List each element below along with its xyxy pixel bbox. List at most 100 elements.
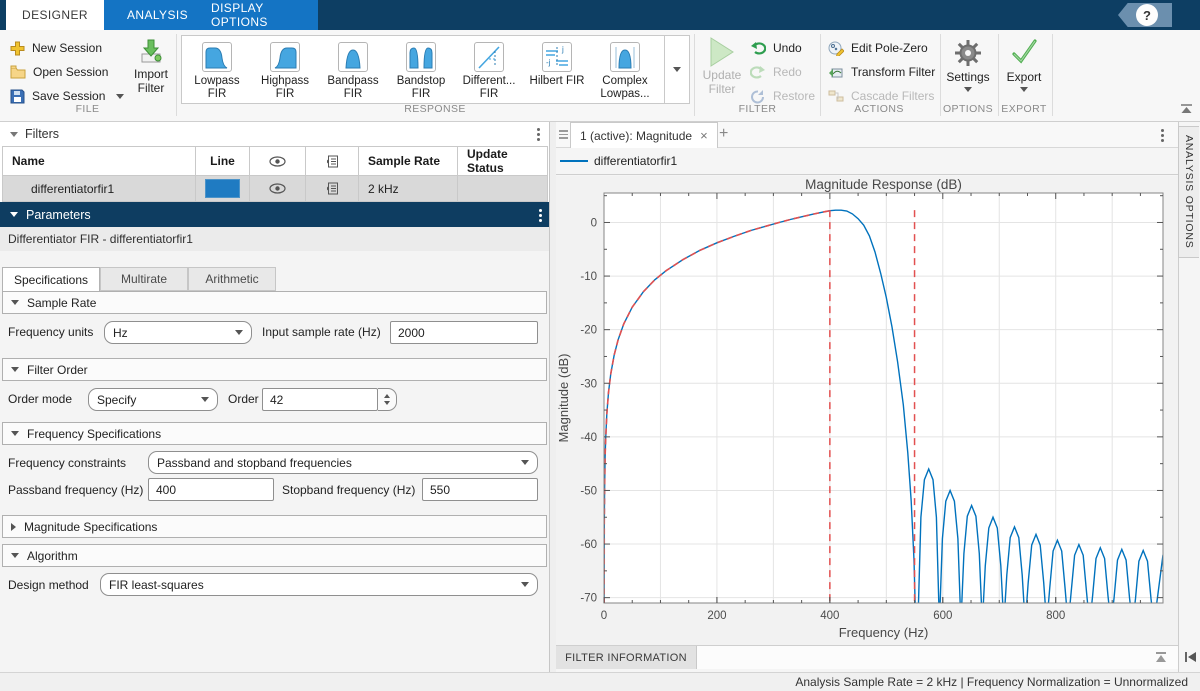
svg-text:-70: -70 (580, 593, 597, 605)
tab-analysis[interactable]: ANALYSIS (104, 0, 211, 30)
svg-text:800: 800 (1046, 610, 1065, 622)
passband-frequency-field[interactable]: 400 (148, 478, 274, 501)
svg-text:Magnitude Response (dB): Magnitude Response (dB) (805, 177, 962, 192)
update-status-value (458, 176, 548, 201)
filter-name[interactable]: differentiatorfir1 (2, 176, 196, 201)
tab-arithmetic[interactable]: Arithmetic (188, 267, 276, 291)
undo-button[interactable]: Undo (750, 36, 802, 60)
filters-table: Name Line Sample Rate Update Status diff… (2, 146, 548, 202)
order-spinner[interactable] (378, 388, 397, 411)
undo-icon (750, 41, 766, 56)
section-divider (1052, 34, 1053, 116)
settings-button[interactable]: Settings (942, 38, 994, 92)
design-method-select[interactable]: FIR least-squares (100, 573, 538, 596)
section-divider (694, 34, 695, 116)
filter-table-row[interactable]: differentiatorfir1 2 kHz (2, 175, 548, 202)
expand-panel-left-icon[interactable] (1183, 650, 1197, 664)
gear-icon (953, 38, 983, 68)
tab-multirate[interactable]: Multirate (100, 267, 188, 291)
filter-order-section-header[interactable]: Filter Order (2, 358, 547, 381)
visibility-toggle[interactable] (250, 176, 306, 201)
line-color-cell[interactable] (196, 176, 250, 201)
filters-panel-header[interactable]: Filters (0, 122, 549, 146)
spinner-down-icon[interactable] (384, 401, 390, 405)
export-button[interactable]: Export (1000, 38, 1048, 92)
magnitude-specifications-section-header[interactable]: Magnitude Specifications (2, 515, 547, 538)
save-session-dropdown-icon[interactable] (116, 94, 124, 99)
order-field[interactable]: 42 (262, 388, 378, 411)
tab-specifications[interactable]: Specifications (2, 267, 100, 291)
complex-lowpass-fir-button[interactable]: ComplexLowpas... (591, 42, 659, 101)
column-name[interactable]: Name (2, 147, 196, 175)
eye-icon (269, 183, 286, 194)
new-tab-button[interactable]: + (719, 125, 728, 143)
magnitude-response-chart[interactable]: 02004006008000-10-20-30-40-50-60-70Magni… (556, 176, 1178, 645)
svg-text:0: 0 (601, 610, 607, 622)
plus-icon (10, 41, 25, 56)
spinner-up-icon[interactable] (384, 394, 390, 398)
filter-information-tab[interactable]: FILTER INFORMATION (556, 646, 697, 669)
collapse-panel-icon[interactable] (1154, 651, 1168, 664)
status-bar: Analysis Sample Rate = 2 kHz | Frequency… (0, 672, 1200, 691)
frequency-specifications-section-header[interactable]: Frequency Specifications (2, 422, 547, 445)
transform-filter-button[interactable]: Transform Filter (828, 60, 935, 84)
annotation-column-header[interactable] (306, 147, 359, 175)
open-session-button[interactable]: Open Session (10, 60, 108, 84)
edit-pole-zero-icon (828, 40, 844, 56)
update-filter-button[interactable]: Update Filter (700, 36, 744, 96)
question-mark-icon: ? (1143, 8, 1151, 23)
svg-text:-50: -50 (580, 485, 597, 497)
kebab-menu-icon[interactable] (538, 209, 542, 222)
analysis-options-tab[interactable]: ANALYSIS OPTIONS (1178, 126, 1199, 258)
stopband-frequency-field[interactable]: 550 (422, 478, 538, 501)
bandstop-fir-button[interactable]: BandstopFIR (387, 42, 455, 101)
parameters-panel-header[interactable]: Parameters (0, 202, 549, 227)
frequency-constraints-label: Frequency constraints (8, 456, 126, 470)
chevron-down-icon (201, 397, 209, 402)
hilbert-fir-button[interactable]: j-j Hilbert FIR (523, 42, 591, 88)
parameters-subtitle: Differentiator FIR - differentiatorfir1 (0, 227, 549, 251)
frequency-constraints-select[interactable]: Passband and stopband frequencies (148, 451, 538, 474)
order-mode-select[interactable]: Specify (88, 388, 218, 411)
chevron-down-icon (521, 460, 529, 465)
parameters-panel-title: Parameters (26, 208, 91, 222)
kebab-menu-icon[interactable] (1160, 129, 1164, 142)
bandpass-fir-button[interactable]: BandpassFIR (319, 42, 387, 101)
frequency-units-select[interactable]: Hz (104, 321, 252, 344)
close-icon[interactable]: × (700, 128, 708, 143)
kebab-menu-icon[interactable] (536, 128, 540, 141)
plot-legend: differentiatorfir1 (556, 148, 1178, 175)
restore-icon (750, 89, 766, 104)
passband-frequency-label: Passband frequency (Hz) (8, 483, 143, 497)
tab-designer[interactable]: DESIGNER (6, 0, 104, 30)
input-sample-rate-field[interactable]: 2000 (390, 321, 538, 344)
lowpass-fir-button[interactable]: LowpassFIR (183, 42, 251, 101)
redo-button[interactable]: Redo (750, 60, 802, 84)
grip-icon[interactable] (559, 130, 568, 139)
help-button[interactable]: ? (1136, 4, 1158, 26)
legend-label: differentiatorfir1 (594, 154, 677, 168)
magnitude-plot-tab[interactable]: 1 (active): Magnitude × (570, 122, 718, 148)
sample-rate-section-header[interactable]: Sample Rate (2, 291, 547, 314)
svg-text:-60: -60 (580, 539, 597, 551)
order-mode-label: Order mode (8, 392, 72, 406)
input-sample-rate-label: Input sample rate (Hz) (262, 325, 381, 339)
complex-lowpass-fir-icon (610, 42, 640, 72)
highpass-fir-button[interactable]: HighpassFIR (251, 42, 319, 101)
import-filter-button[interactable]: Import Filter (128, 38, 174, 95)
new-session-button[interactable]: New Session (10, 36, 102, 60)
filter-information-body (697, 646, 1178, 669)
edit-pole-zero-button[interactable]: Edit Pole-Zero (828, 36, 928, 60)
legend-line-sample (560, 160, 588, 162)
response-gallery-expand-button[interactable] (664, 35, 690, 104)
collapse-toolstrip-icon[interactable] (1180, 103, 1193, 115)
algorithm-section-header[interactable]: Algorithm (2, 544, 547, 567)
visibility-column-header[interactable] (250, 147, 306, 175)
section-divider (176, 34, 177, 116)
tab-display-options[interactable]: DISPLAY OPTIONS (211, 0, 318, 30)
column-update-status[interactable]: Update Status (458, 147, 548, 175)
differentiator-fir-button[interactable]: Different...FIR (455, 42, 523, 101)
annotation-toggle[interactable] (306, 176, 359, 201)
column-sample-rate[interactable]: Sample Rate (359, 147, 458, 175)
column-line[interactable]: Line (196, 147, 250, 175)
